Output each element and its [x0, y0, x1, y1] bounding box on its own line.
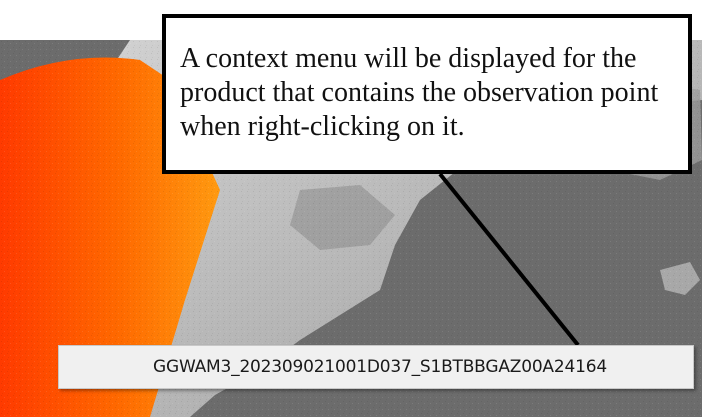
- context-menu-item-label: GGWAM3_202309021001D037_S1BTBBGAZ00A2416…: [153, 357, 607, 377]
- context-menu-item-product[interactable]: GGWAM3_202309021001D037_S1BTBBGAZ00A2416…: [153, 357, 607, 377]
- context-menu: GGWAM3_202309021001D037_S1BTBBGAZ00A2416…: [58, 345, 694, 389]
- callout-box: A context menu will be displayed for the…: [162, 14, 692, 174]
- callout-text: A context menu will be displayed for the…: [180, 43, 659, 142]
